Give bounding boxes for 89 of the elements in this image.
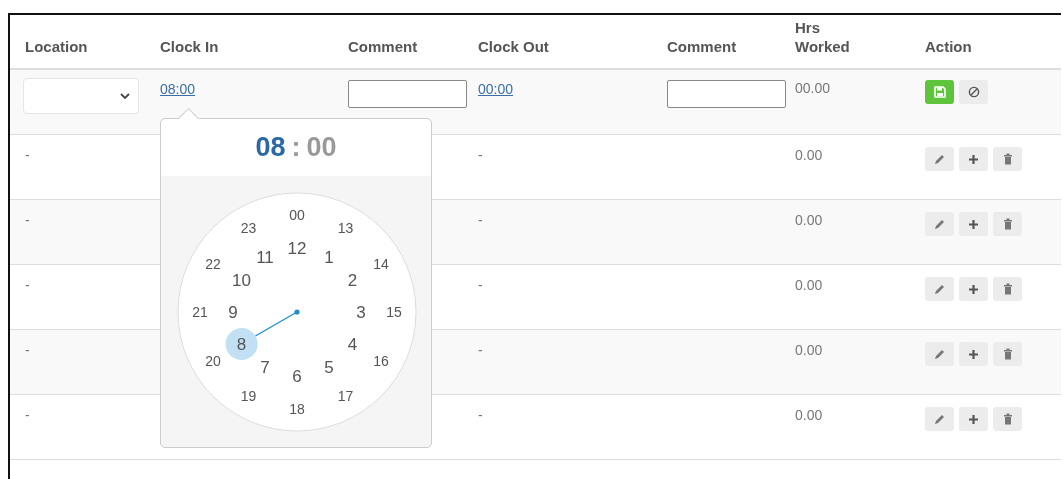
hours-value: 0.00 (795, 212, 823, 228)
ban-icon (967, 86, 980, 98)
edit-button[interactable] (925, 342, 954, 366)
clock-number[interactable]: 16 (373, 352, 389, 369)
hour-display[interactable]: 08 (255, 132, 286, 163)
edit-button[interactable] (925, 212, 954, 236)
trash-icon (1002, 348, 1013, 360)
clock-number[interactable]: 3 (356, 303, 366, 322)
column-header: Comment (347, 37, 419, 57)
delete-button[interactable] (993, 407, 1022, 431)
clock-number[interactable]: 4 (347, 335, 358, 354)
clock-number[interactable]: 9 (228, 303, 238, 322)
column-header: Clock In (159, 37, 220, 57)
column-header: Hrs Worked (794, 18, 851, 57)
clock-number[interactable]: 15 (386, 304, 402, 320)
trash-icon (1002, 218, 1013, 230)
clock-number[interactable]: 12 (287, 239, 307, 258)
add-button[interactable] (959, 147, 988, 171)
plus-icon (968, 283, 979, 295)
table-cell: - (25, 277, 30, 293)
clock-number[interactable]: 6 (292, 367, 302, 386)
clock-number[interactable]: 22 (205, 255, 221, 272)
delete-button[interactable] (993, 147, 1022, 171)
pencil-icon (934, 218, 945, 230)
table-cell: - (25, 212, 30, 228)
clock-number[interactable]: 11 (256, 247, 274, 267)
add-button[interactable] (959, 277, 988, 301)
delete-button[interactable] (993, 212, 1022, 236)
comment-field[interactable] (667, 80, 786, 108)
column-header: Comment (666, 37, 738, 57)
table-cell: - (25, 147, 30, 163)
pencil-icon (934, 413, 945, 425)
trash-icon (1002, 153, 1013, 165)
clock-in-link[interactable]: 08:00 (160, 81, 196, 97)
plus-icon (968, 218, 979, 230)
column-header: Action (924, 37, 973, 57)
edit-button[interactable] (925, 407, 954, 431)
clock-number[interactable]: 1 (324, 247, 334, 267)
table-cell: - (25, 407, 30, 423)
hours-value: 0.00 (795, 277, 823, 293)
clock-number[interactable]: 14 (373, 255, 389, 272)
add-button[interactable] (959, 407, 988, 431)
save-icon (933, 86, 946, 98)
trash-icon (1002, 413, 1013, 425)
clock-number[interactable]: 5 (324, 358, 334, 378)
clock-number[interactable]: 8 (236, 335, 247, 354)
edit-button[interactable] (925, 277, 954, 301)
trash-icon (1002, 283, 1013, 295)
plus-icon (968, 413, 979, 425)
add-button[interactable] (959, 342, 988, 366)
clock-number[interactable]: 18 (289, 401, 305, 417)
table-cell: - (478, 342, 483, 358)
chevron-down-icon (120, 92, 130, 100)
edit-button[interactable] (925, 147, 954, 171)
delete-button[interactable] (993, 277, 1022, 301)
clock-out-link[interactable]: 00:00 (478, 81, 514, 97)
hours-value: 00.00 (795, 80, 831, 96)
table-cell: - (478, 212, 483, 228)
clock-number[interactable]: 7 (260, 358, 270, 378)
cancel-button[interactable] (959, 80, 988, 104)
clock-hand (254, 309, 300, 337)
clock-number[interactable]: 00 (289, 207, 305, 223)
plus-icon (968, 153, 979, 165)
clock-number[interactable]: 17 (337, 388, 354, 404)
table-cell: - (25, 342, 30, 358)
clock-number[interactable]: 10 (232, 271, 252, 290)
clock-number[interactable]: 21 (192, 304, 208, 320)
table-cell: - (478, 407, 483, 423)
add-button[interactable] (959, 212, 988, 236)
hours-value: 0.00 (795, 147, 823, 163)
pencil-icon (934, 283, 945, 295)
clock-number[interactable]: 19 (240, 388, 257, 404)
clock-number[interactable]: 20 (205, 352, 221, 369)
time-separator: : (291, 132, 301, 163)
comment-field[interactable] (348, 80, 467, 108)
clock-number[interactable]: 13 (337, 220, 354, 236)
delete-button[interactable] (993, 342, 1022, 366)
hours-value: 0.00 (795, 407, 823, 423)
column-header: Clock Out (477, 37, 550, 57)
column-header: Location (24, 37, 89, 57)
table-cell: - (478, 147, 483, 163)
hours-value: 0.00 (795, 342, 823, 358)
pencil-icon (934, 153, 945, 165)
pencil-icon (934, 348, 945, 360)
table-cell: - (478, 277, 483, 293)
clock-number[interactable]: 23 (240, 220, 257, 236)
save-button[interactable] (925, 80, 954, 104)
plus-icon (968, 348, 979, 360)
clock-number[interactable]: 2 (347, 271, 358, 290)
